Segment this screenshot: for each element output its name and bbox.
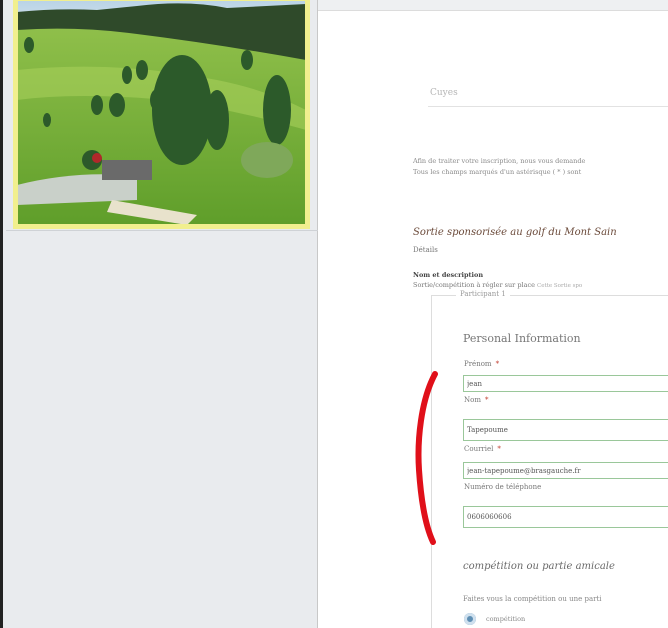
details-link[interactable]: Détails (413, 246, 438, 254)
event-title: Sortie sponsorisée au golf du Mont Sain (413, 227, 617, 238)
competition-title: compétition ou partie amicale (463, 561, 615, 572)
last-name-label: Nom * (464, 396, 488, 404)
phone-field[interactable] (463, 506, 668, 528)
golf-photo-frame (13, 0, 310, 229)
radio-selected-icon[interactable] (464, 613, 476, 625)
golf-course-photo (17, 0, 306, 225)
participant-legend: Participant 1 (456, 290, 510, 298)
intro-line-1: Afin de traiter votre inscription, nous … (413, 157, 586, 165)
phone-label-text: Numéro de téléphone (464, 483, 542, 491)
first-name-label: Prénom * (464, 360, 499, 368)
last-name-label-text: Nom (464, 396, 481, 404)
main-content: Afin de traiter votre inscription, nous … (318, 10, 668, 628)
name-description-heading: Nom et description (413, 271, 484, 279)
last-name-field[interactable] (463, 419, 668, 441)
first-name-field[interactable] (463, 375, 668, 392)
email-label: Courriel * (464, 445, 501, 453)
personal-info-title: Personal Information (463, 332, 581, 345)
intro-text: Afin de traiter votre inscription, nous … (413, 156, 668, 178)
required-marker: * (497, 445, 501, 453)
phone-label: Numéro de téléphone (464, 483, 541, 491)
competition-question: Faites vous la compétition ou une parti (463, 595, 602, 603)
description-hint: Cette Sortie spo (537, 283, 583, 289)
competition-option[interactable]: compétition (464, 613, 525, 625)
description-main: Sortie/compétition à régler sur place (413, 281, 535, 289)
competition-option-label: compétition (486, 615, 526, 623)
description-text: Sortie/compétition à régler sur place Ce… (413, 281, 582, 289)
email-label-text: Courriel (464, 445, 494, 453)
left-divider (6, 230, 318, 231)
first-name-label-text: Prénom (464, 360, 492, 368)
required-marker: * (495, 360, 500, 368)
email-field[interactable] (463, 462, 668, 479)
required-marker: * (484, 396, 489, 404)
search-input[interactable] (428, 80, 668, 107)
left-sidebar (0, 0, 318, 628)
intro-line-2: Tous les champs marqués d'un astérisque … (413, 168, 582, 176)
red-bracket-annotation (415, 371, 438, 545)
